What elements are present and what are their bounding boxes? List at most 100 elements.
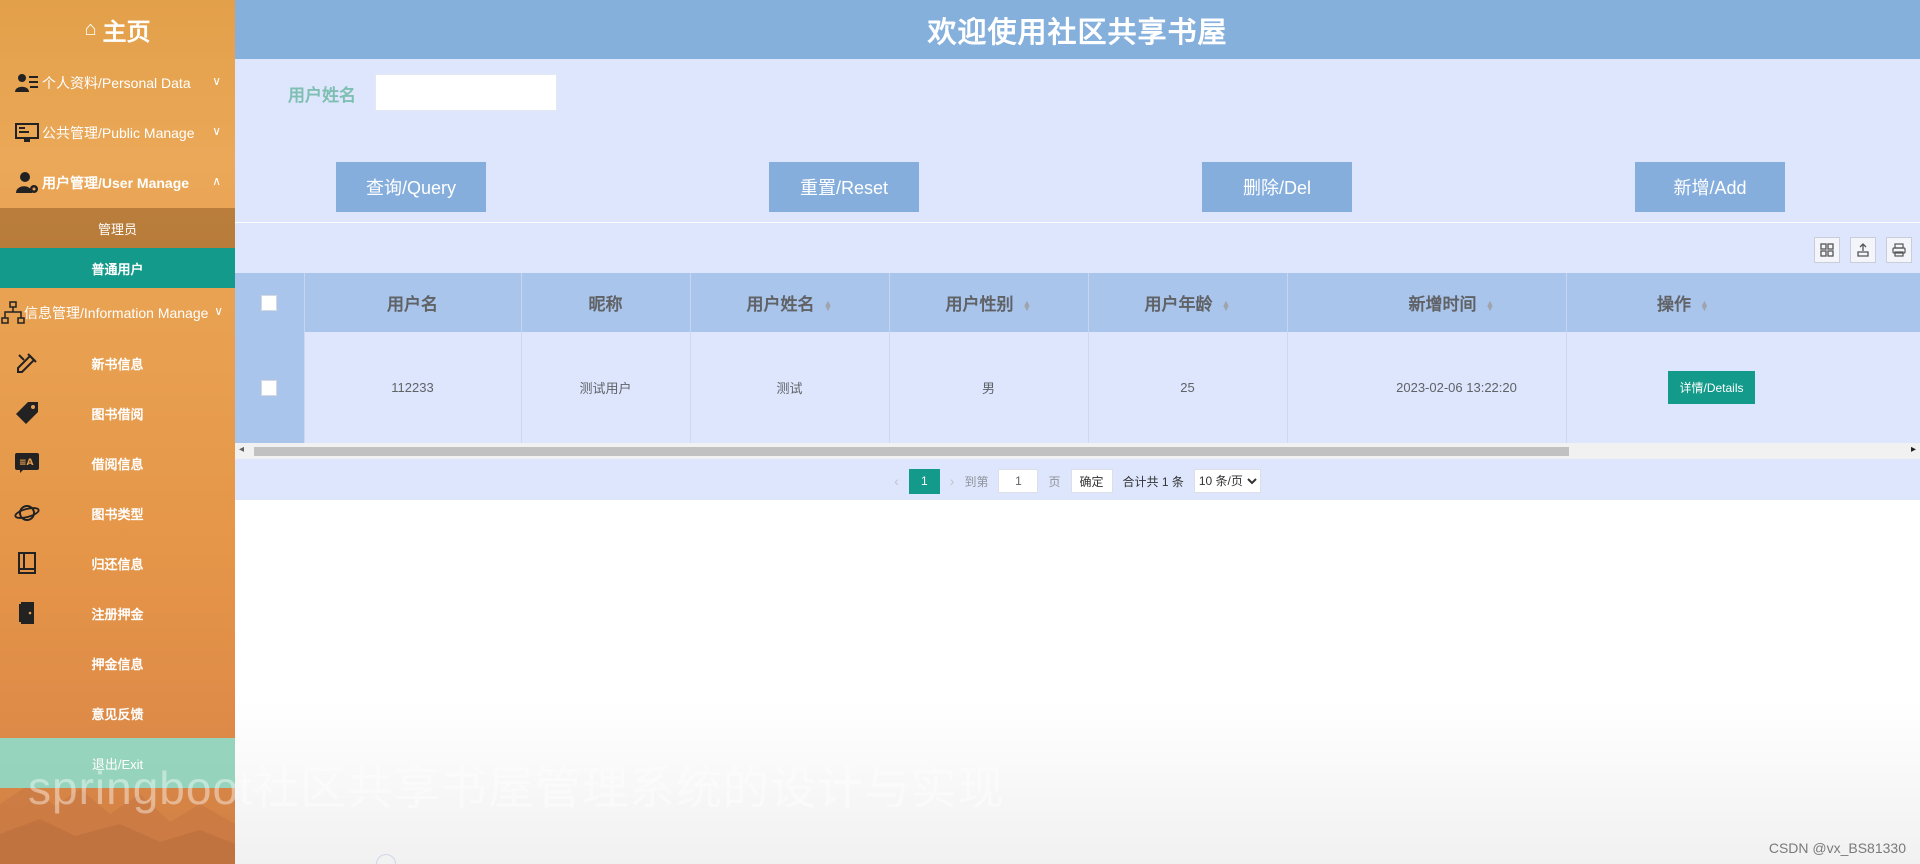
cell-name: 测试	[690, 332, 890, 443]
column-header-nickname[interactable]: 昵称	[521, 273, 691, 332]
chevron-down-icon: ∨	[212, 124, 221, 138]
chevron-down-icon: ∨	[212, 74, 221, 88]
sidebar-item-admin[interactable]: 管理员	[0, 208, 235, 248]
goto-confirm-button[interactable]: 确定	[1070, 469, 1113, 493]
goto-label: 到第	[964, 474, 989, 489]
pencil-ruler-icon	[14, 350, 40, 376]
cell-action: 详情/Details	[1566, 332, 1920, 443]
sidebar-item-register-deposit[interactable]: 注册押金	[0, 588, 235, 638]
sort-icon[interactable]: ▲ ▼	[1023, 298, 1032, 312]
page-title: 欢迎使用社区共享书屋	[927, 16, 1228, 49]
translate-icon: ≡A	[14, 450, 40, 476]
pagination: ‹ 1 › 到第 页 确定 合计共 1 条 10 条/页	[235, 467, 1920, 495]
column-header-username[interactable]: 用户名	[304, 273, 522, 332]
sitemap-icon	[0, 300, 26, 326]
column-label: 用户姓名	[746, 295, 815, 314]
query-button[interactable]: 查询/Query	[336, 162, 486, 212]
select-all-cell	[235, 273, 305, 332]
table-row: 112233 测试用户 测试 男 25 2023-02-06 13:22:20 …	[235, 332, 1920, 443]
nav-group-user-manage[interactable]: 用户管理/User Manage ∧	[0, 158, 235, 208]
column-label: 新增时间	[1408, 295, 1477, 314]
horizontal-scrollbar[interactable]: ◂ ▸	[235, 443, 1920, 459]
column-label: 用户年龄	[1144, 295, 1213, 314]
column-label: 用户名	[387, 295, 438, 314]
scroll-right-icon[interactable]: ▸	[1911, 444, 1916, 455]
table-toolbar	[1814, 237, 1912, 263]
sort-icon[interactable]: ▲ ▼	[1222, 298, 1231, 312]
search-input[interactable]	[375, 74, 557, 111]
nav-group-public-manage[interactable]: 公共管理/Public Manage ∨	[0, 108, 235, 158]
sidebar-item-book-borrow[interactable]: 图书借阅	[0, 388, 235, 438]
sidebar-item-deposit-info[interactable]: 押金信息	[0, 638, 235, 688]
page-number-current[interactable]: 1	[908, 468, 940, 494]
sort-icon[interactable]: ▲ ▼	[824, 298, 833, 312]
total-count: 合计共 1 条	[1122, 474, 1184, 489]
search-panel: 用户姓名 查询/Query 重置/Reset 删除/Del 新增/Add	[235, 59, 1920, 222]
sidebar: ⌂ 主页 个人资料/Personal Data ∨ 公共管理/Public Ma…	[0, 0, 235, 864]
sort-icon[interactable]: ▲ ▼	[1486, 298, 1495, 312]
sidebar-item-normal-user[interactable]: 普通用户	[0, 248, 235, 288]
page-suffix: 页	[1048, 474, 1061, 489]
book-icon	[14, 550, 40, 576]
door-icon	[14, 600, 40, 626]
home-link[interactable]: ⌂ 主页	[0, 0, 235, 58]
monitor-icon	[14, 120, 40, 146]
sidebar-item-label: 押金信息	[91, 656, 144, 672]
details-button[interactable]: 详情/Details	[1668, 371, 1755, 404]
column-header-created[interactable]: 新增时间 ▲ ▼	[1287, 273, 1567, 332]
scroll-left-icon[interactable]: ◂	[239, 444, 244, 455]
sidebar-item-label: 意见反馈	[91, 706, 144, 722]
nav-group-label: 个人资料/Personal Data	[42, 75, 191, 91]
add-button[interactable]: 新增/Add	[1635, 162, 1785, 212]
cell-username: 112233	[304, 332, 522, 443]
table-panel: 用户名 昵称 用户姓名 ▲ ▼ 用户性别 ▲ ▼ 用户年龄 ▲ ▼ 新增时间 ▲ ▼ 操作 ▲ ▼ …	[235, 223, 1920, 500]
cell-gender: 男	[889, 332, 1089, 443]
delete-button[interactable]: 删除/Del	[1202, 162, 1352, 212]
print-icon[interactable]	[1886, 237, 1912, 263]
sidebar-item-feedback[interactable]: 意见反馈	[0, 688, 235, 738]
scrollbar-thumb[interactable]	[254, 447, 1569, 456]
columns-icon[interactable]	[1814, 237, 1840, 263]
prev-page-icon[interactable]: ‹	[894, 473, 899, 489]
nav-group-label: 用户管理/User Manage	[42, 175, 190, 191]
sidebar-item-borrow-info[interactable]: ≡A 借阅信息	[0, 438, 235, 488]
reset-button[interactable]: 重置/Reset	[769, 162, 919, 212]
row-checkbox[interactable]	[261, 379, 278, 396]
data-table: 用户名 昵称 用户姓名 ▲ ▼ 用户性别 ▲ ▼ 用户年龄 ▲ ▼ 新增时间 ▲ ▼ 操作 ▲ ▼ …	[235, 273, 1920, 443]
sidebar-item-return-info[interactable]: 归还信息	[0, 538, 235, 588]
select-all-checkbox[interactable]	[261, 295, 278, 312]
page-size-select[interactable]: 10 条/页	[1193, 469, 1261, 493]
home-label: 主页	[102, 18, 151, 46]
sidebar-item-new-books[interactable]: 新书信息	[0, 338, 235, 388]
nav-group-label: 信息管理/Information Manage	[24, 305, 209, 321]
sidebar-item-label: 管理员	[97, 221, 137, 237]
search-label: 用户姓名	[288, 86, 356, 105]
sidebar-item-label: 普通用户	[91, 261, 144, 277]
svg-text:≡A: ≡A	[19, 458, 34, 468]
nav-group-personal-data[interactable]: 个人资料/Personal Data ∨	[0, 58, 235, 108]
chevron-down-icon: ∨	[214, 304, 223, 318]
credit-text: CSDN @vx_BS81330	[1768, 840, 1906, 856]
nav-group-label: 公共管理/Public Manage	[42, 125, 195, 141]
export-icon[interactable]	[1850, 237, 1876, 263]
sort-icon[interactable]: ▲ ▼	[1700, 298, 1709, 312]
column-header-gender[interactable]: 用户性别 ▲ ▼	[889, 273, 1089, 332]
cell-nickname: 测试用户	[521, 332, 691, 443]
goto-page-input[interactable]	[998, 469, 1039, 493]
user-gear-icon	[14, 170, 40, 196]
table-header-row: 用户名 昵称 用户姓名 ▲ ▼ 用户性别 ▲ ▼ 用户年龄 ▲ ▼ 新增时间 ▲ ▼ 操作 ▲ ▼	[235, 273, 1920, 332]
home-icon: ⌂	[84, 17, 97, 40]
column-header-action[interactable]: 操作 ▲ ▼	[1566, 273, 1920, 332]
column-label: 操作	[1657, 295, 1692, 314]
column-header-age[interactable]: 用户年龄 ▲ ▼	[1088, 273, 1288, 332]
column-label: 用户性别	[945, 295, 1014, 314]
tag-icon	[14, 400, 40, 426]
cell-created: 2023-02-06 13:22:20	[1287, 332, 1567, 443]
column-header-name[interactable]: 用户姓名 ▲ ▼	[690, 273, 890, 332]
watermark-text: springboot社区共享书屋管理系统的设计与实现	[28, 762, 1005, 814]
sidebar-item-book-type[interactable]: 图书类型	[0, 488, 235, 538]
next-page-icon[interactable]: ›	[950, 473, 955, 489]
chevron-up-icon: ∧	[212, 174, 221, 188]
nav-group-information-manage[interactable]: 信息管理/Information Manage ∨	[0, 288, 235, 338]
row-select-cell	[235, 332, 305, 443]
